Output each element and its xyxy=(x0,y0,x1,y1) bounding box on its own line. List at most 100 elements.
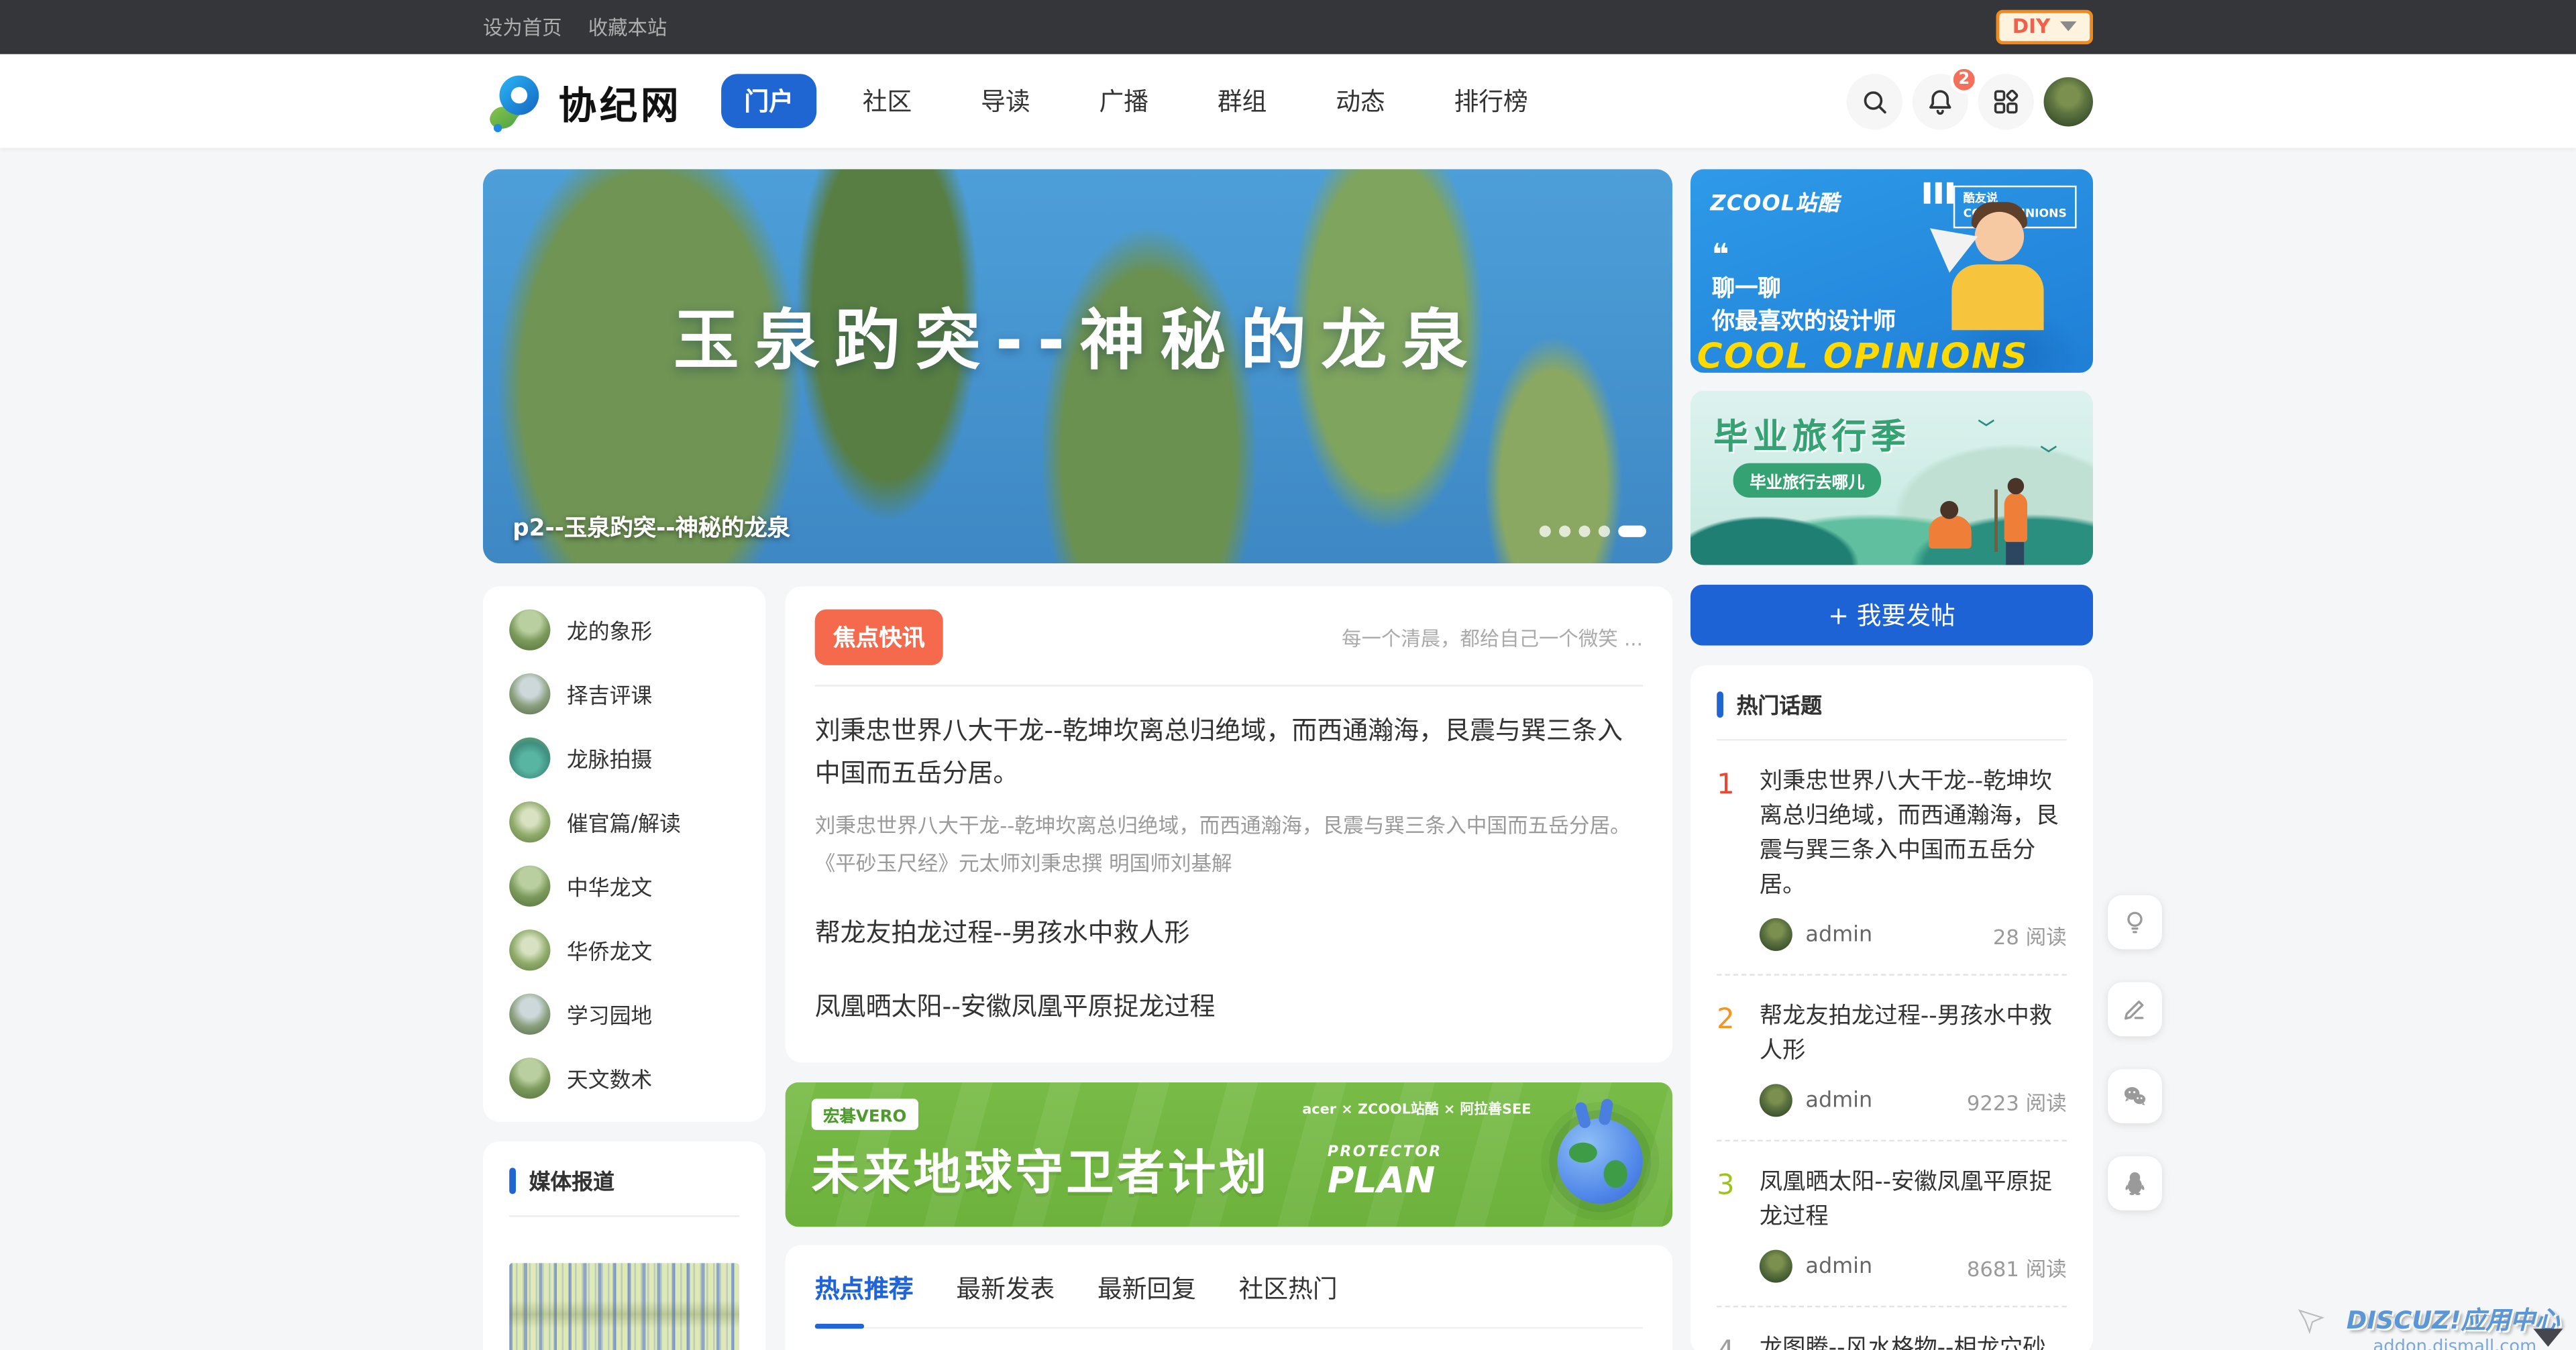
wechat-share-button[interactable] xyxy=(2108,1069,2162,1123)
logo-swirl-icon xyxy=(483,68,549,134)
sidebar-item-forum[interactable]: 催官篇/解读 xyxy=(483,790,765,854)
tab-latest-posts[interactable]: 最新发表 xyxy=(956,1270,1055,1326)
tab-hot-recommend[interactable]: 热点推荐 xyxy=(815,1270,914,1326)
topic-title[interactable]: 龙图腾--风水格物--相龙穴砂水--及贵器必需技能 xyxy=(1760,1332,2067,1350)
main-nav: 门户 社区 导读 广播 群组 动态 排行榜 xyxy=(721,74,1551,128)
topic-title[interactable]: 刘秉忠世界八大干龙--乾坤坎离总归绝域，而西通瀚海，艮震与巽三条入中国而五岳分居… xyxy=(1760,765,2067,903)
nav-item-portal[interactable]: 门户 xyxy=(721,74,816,128)
topic-author[interactable]: admin xyxy=(1805,1088,1872,1113)
focus-news-badge[interactable]: 焦点快讯 xyxy=(815,610,943,665)
forum-label: 华侨龙文 xyxy=(567,934,652,966)
focus-news-card: 焦点快讯 每一个清晨，都给自己一个微笑 ... 刘秉忠世界八大干龙--乾坤坎离总… xyxy=(786,586,1672,1062)
sidebar-item-forum[interactable]: 学习园地 xyxy=(483,982,765,1046)
tab-latest-replies[interactable]: 最新回复 xyxy=(1097,1270,1196,1326)
standing-hiker xyxy=(2004,493,2027,542)
banner1-line1: 聊一聊 xyxy=(1712,271,1781,304)
forum-label: 学习园地 xyxy=(567,999,652,1030)
tips-button[interactable] xyxy=(2108,895,2162,950)
hot-topic-item[interactable]: 4 龙图腾--风水格物--相龙穴砂水--及贵器必需技能 admin 8434 阅… xyxy=(1717,1307,2067,1350)
apps-button[interactable] xyxy=(1978,73,2034,129)
topic-read-count: 9223 阅读 xyxy=(1967,1085,2067,1117)
qq-contact-button[interactable] xyxy=(2108,1156,2162,1211)
focus-motto: 每一个清晨，都给自己一个微笑 ... xyxy=(1342,623,1643,651)
wechat-icon xyxy=(2121,1082,2149,1111)
carousel-dot[interactable] xyxy=(1540,526,1551,537)
new-post-button[interactable]: + 我要发帖 xyxy=(1690,585,2093,646)
ad-title: 未来地球守卫者计划 xyxy=(812,1134,1270,1203)
standing-hiker-legs xyxy=(2006,539,2024,565)
hero-carousel[interactable]: 玉泉趵突--神秘的龙泉 p2--玉泉趵突--神秘的龙泉 xyxy=(483,169,1672,563)
sidebar-item-forum[interactable]: 龙脉拍摄 xyxy=(483,726,765,790)
diy-dropdown-button[interactable]: DIY xyxy=(1996,10,2093,44)
topic-author-avatar[interactable] xyxy=(1760,1084,1792,1117)
discuz-watermark: DISCUZ!应用中心 addon.dismall.com xyxy=(2297,1302,2559,1350)
topic-author[interactable]: admin xyxy=(1805,922,1872,947)
topic-rank: 2 xyxy=(1717,1000,1743,1117)
tab-community-hot[interactable]: 社区热门 xyxy=(1239,1270,1338,1326)
forum-label: 龙脉拍摄 xyxy=(567,742,652,774)
ad-banner-earth-protector[interactable]: 宏碁VERO acer × ZCOOL站酷 × 阿拉善SEE 未来地球守卫者计划… xyxy=(786,1082,1672,1227)
sidebar-item-forum[interactable]: 择吉评课 xyxy=(483,662,765,726)
carousel-dots xyxy=(1540,526,1646,537)
carousel-dot[interactable] xyxy=(1599,526,1610,537)
post-list-item[interactable]: 刘秉忠世界八大干龙--乾坤坎离总归绝域，而 admin 发表于 2025-10-… xyxy=(815,1328,1643,1350)
post-list-card: 热点推荐 最新发表 最新回复 社区热门 刘秉忠世界八大干龙--乾坤坎离总归绝域，… xyxy=(786,1244,1672,1350)
ad-banner-zcool[interactable]: ZCOOL站酷 酷友说 COOL OPINIONS ❝ 聊一聊 你最喜欢的设计师 xyxy=(1690,169,2093,373)
sidebar-item-forum[interactable]: 天文数术 xyxy=(483,1046,765,1111)
earth-illustration xyxy=(1558,1118,1643,1203)
ad-banner-graduation-trip[interactable]: 毕业旅行季 毕业旅行去哪儿 ﹀ ﹀ xyxy=(1690,391,2093,565)
nav-item-ranking[interactable]: 排行榜 xyxy=(1431,74,1551,128)
hot-topic-item[interactable]: 3 凤凰晒太阳--安徽凤凰平原捉龙过程 admin 8681 阅读 xyxy=(1717,1141,2067,1307)
notifications-button[interactable]: 2 xyxy=(1913,73,1968,129)
topic-author-avatar[interactable] xyxy=(1760,1250,1792,1283)
forum-label: 中华龙文 xyxy=(567,870,652,902)
sidebar-item-forum[interactable]: 华侨龙文 xyxy=(483,918,765,982)
topic-rank: 4 xyxy=(1717,1332,1743,1350)
hiking-stick xyxy=(1994,490,1998,552)
forum-label: 催官篇/解读 xyxy=(567,806,681,838)
nav-item-groups[interactable]: 群组 xyxy=(1195,74,1290,128)
hot-topic-item[interactable]: 2 帮龙友拍龙过程--男孩水中救人形 admin 9223 阅读 xyxy=(1717,976,2067,1141)
media-section-title: 媒体报道 xyxy=(529,1164,614,1196)
nav-item-broadcast[interactable]: 广播 xyxy=(1076,74,1171,128)
search-button[interactable] xyxy=(1847,73,1902,129)
nav-item-guide[interactable]: 导读 xyxy=(958,74,1053,128)
topic-author[interactable]: admin xyxy=(1805,1254,1872,1279)
sidebar-item-forum[interactable]: 中华龙文 xyxy=(483,854,765,918)
zcool-logo: ZCOOL站酷 xyxy=(1710,186,1839,217)
forum-thumbnail xyxy=(509,1058,550,1099)
bird-icon: ﹀ xyxy=(1978,414,1994,439)
site-name: 协纪网 xyxy=(559,73,682,129)
forum-thumbnail xyxy=(509,610,550,651)
sidebar-item-forum[interactable]: 龙的象形 xyxy=(483,598,765,662)
hot-topic-item[interactable]: 1 刘秉忠世界八大干龙--乾坤坎离总归绝域，而西通瀚海，艮震与巽三条入中国而五岳… xyxy=(1717,740,2067,975)
media-report-image[interactable] xyxy=(509,1263,739,1350)
carousel-dot-active[interactable] xyxy=(1618,526,1646,537)
nav-item-feed[interactable]: 动态 xyxy=(1313,74,1408,128)
topic-title[interactable]: 帮龙友拍龙过程--男孩水中救人形 xyxy=(1760,1000,2067,1069)
corner-triangle xyxy=(2533,1329,2563,1347)
site-logo[interactable]: 协纪网 xyxy=(483,68,682,134)
set-home-link[interactable]: 设为首页 xyxy=(483,13,562,42)
bookmark-link[interactable]: 收藏本站 xyxy=(588,13,667,42)
focus-headline-2[interactable]: 帮龙友拍龙过程--男孩水中救人形 xyxy=(815,914,1643,956)
forum-label: 择吉评课 xyxy=(567,678,652,710)
banner1-big-text: COOL OPINIONS xyxy=(1697,337,2029,373)
topic-author-avatar[interactable] xyxy=(1760,918,1792,951)
forum-thumbnail xyxy=(509,673,550,714)
write-post-button[interactable] xyxy=(2108,982,2162,1036)
carousel-dot[interactable] xyxy=(1559,526,1570,537)
carousel-headline: 玉泉趵突--神秘的龙泉 xyxy=(483,288,1672,383)
carousel-dot[interactable] xyxy=(1578,526,1590,537)
focus-summary: 刘秉忠世界八大干龙--乾坤坎离总归绝域，而西通瀚海，艮震与巽三条入中国而五岳分居… xyxy=(815,807,1643,883)
focus-headline-3[interactable]: 凤凰晒太阳--安徽凤凰平原捉龙过程 xyxy=(815,987,1643,1029)
focus-headline-1[interactable]: 刘秉忠世界八大干龙--乾坤坎离总归绝域，而西通瀚海，艮震与巽三条入中国而五岳分居… xyxy=(815,711,1643,795)
topic-title[interactable]: 凤凰晒太阳--安徽凤凰平原捉龙过程 xyxy=(1760,1166,2067,1235)
nav-item-community[interactable]: 社区 xyxy=(839,74,934,128)
top-utility-bar: 设为首页 收藏本站 DIY xyxy=(0,0,2576,54)
user-avatar[interactable] xyxy=(2044,76,2093,125)
carousel-caption[interactable]: p2--玉泉趵突--神秘的龙泉 xyxy=(513,511,790,544)
ad-plan-line1: PROTECTOR xyxy=(1328,1145,1442,1160)
hot-topics-title: 热门话题 xyxy=(1737,688,1822,720)
lightbulb-icon xyxy=(2121,908,2149,936)
